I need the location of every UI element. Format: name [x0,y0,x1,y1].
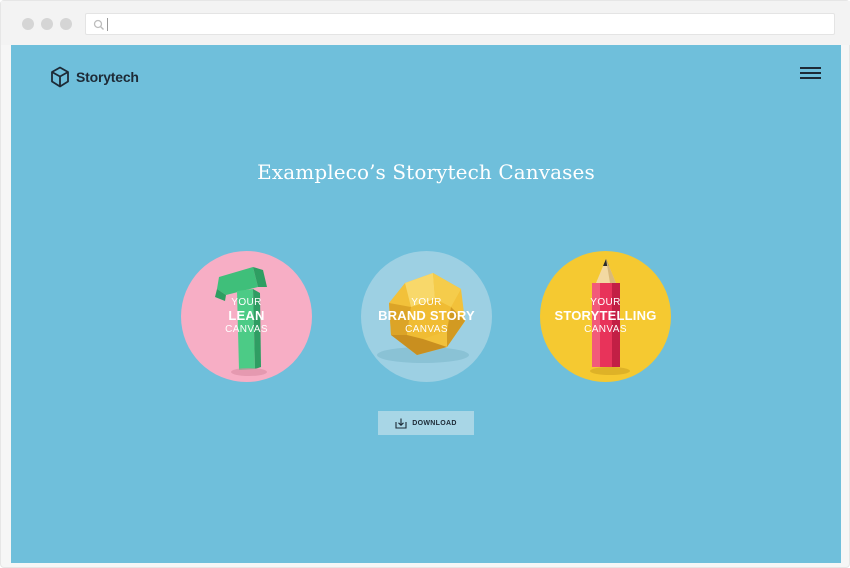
brand-story-canvas-card[interactable]: Your Brand Story Canvas [361,251,492,382]
download-tray-icon [395,418,407,429]
page-viewport: Storytech Exampleco’s Storytech Canvases… [11,45,841,563]
page-title: Exampleco’s Storytech Canvases [257,160,595,184]
window-zoom-dot[interactable] [60,18,72,30]
menu-bar [800,72,821,74]
browser-window: Storytech Exampleco’s Storytech Canvases… [0,0,850,568]
canvas-label-line1: Your [411,297,442,308]
lean-canvas-card[interactable]: Your Lean Canvas [181,251,312,382]
canvas-label-line3: Canvas [225,324,268,335]
search-icon [93,19,104,30]
canvas-label-line1: Your [590,297,621,308]
canvas-label-line2: Storytelling [554,308,657,323]
canvas-label-line3: Canvas [405,324,448,335]
address-bar[interactable] [85,13,835,35]
canvas-label-line3: Canvas [584,324,627,335]
canvas-label-line2: Lean [228,308,265,323]
cube-icon [51,66,69,88]
brand-name: Storytech [76,69,139,85]
menu-bar [800,77,821,79]
menu-bar [800,67,821,69]
download-button[interactable]: DOWNLOAD [378,411,474,435]
canvas-label-line2: Brand Story [378,308,475,323]
download-label: DOWNLOAD [412,419,457,427]
canvas-label-line1: Your [231,297,262,308]
hamburger-menu-icon[interactable] [800,65,822,81]
storytelling-canvas-card[interactable]: Your Storytelling Canvas [540,251,671,382]
window-minimize-dot[interactable] [41,18,53,30]
window-close-dot[interactable] [22,18,34,30]
browser-chrome [1,1,850,45]
brand-logo[interactable]: Storytech [50,65,139,89]
text-caret [107,18,108,31]
